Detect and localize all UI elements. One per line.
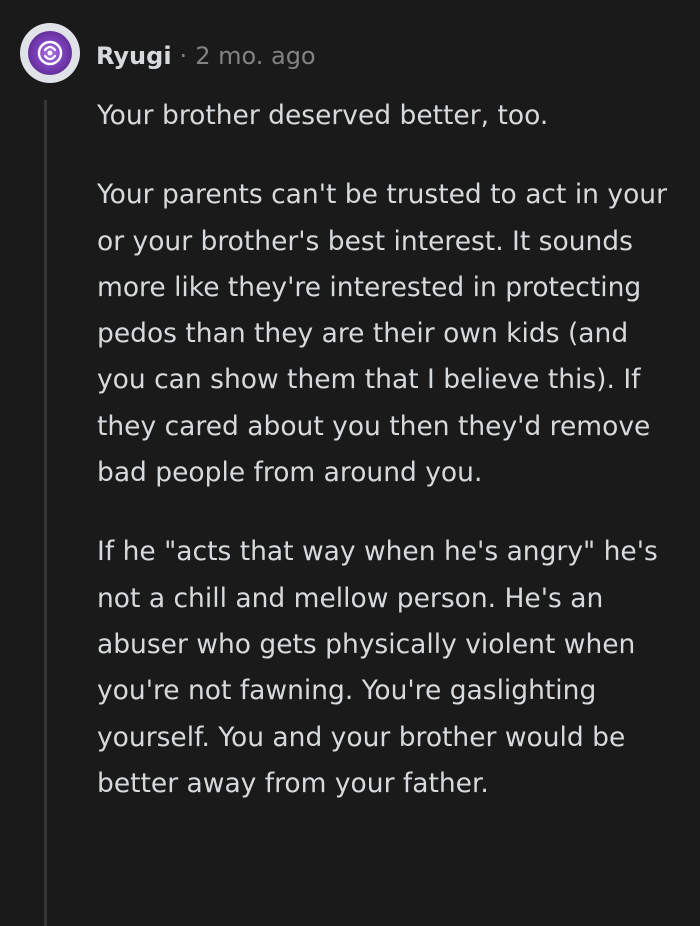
comment-timestamp[interactable]: 2 mo. ago — [195, 42, 315, 70]
comment-paragraph: Your brother deserved better, too. — [97, 100, 549, 131]
snoo-avatar-icon — [28, 31, 72, 75]
thread-collapse-line[interactable] — [44, 100, 47, 926]
comment: Ryugi · 2 mo. ago Your brother deserved … — [0, 0, 700, 926]
avatar[interactable] — [20, 23, 80, 83]
comment-body: Your brother deserved better, too. Your … — [97, 93, 677, 807]
meta-separator: · — [179, 42, 188, 70]
comment-paragraph: If he "acts that way when he's angry" he… — [97, 536, 658, 799]
comment-meta: Ryugi · 2 mo. ago — [96, 38, 316, 74]
username-link[interactable]: Ryugi — [96, 42, 172, 70]
comment-paragraph: Your parents can't be trusted to act in … — [97, 179, 667, 489]
